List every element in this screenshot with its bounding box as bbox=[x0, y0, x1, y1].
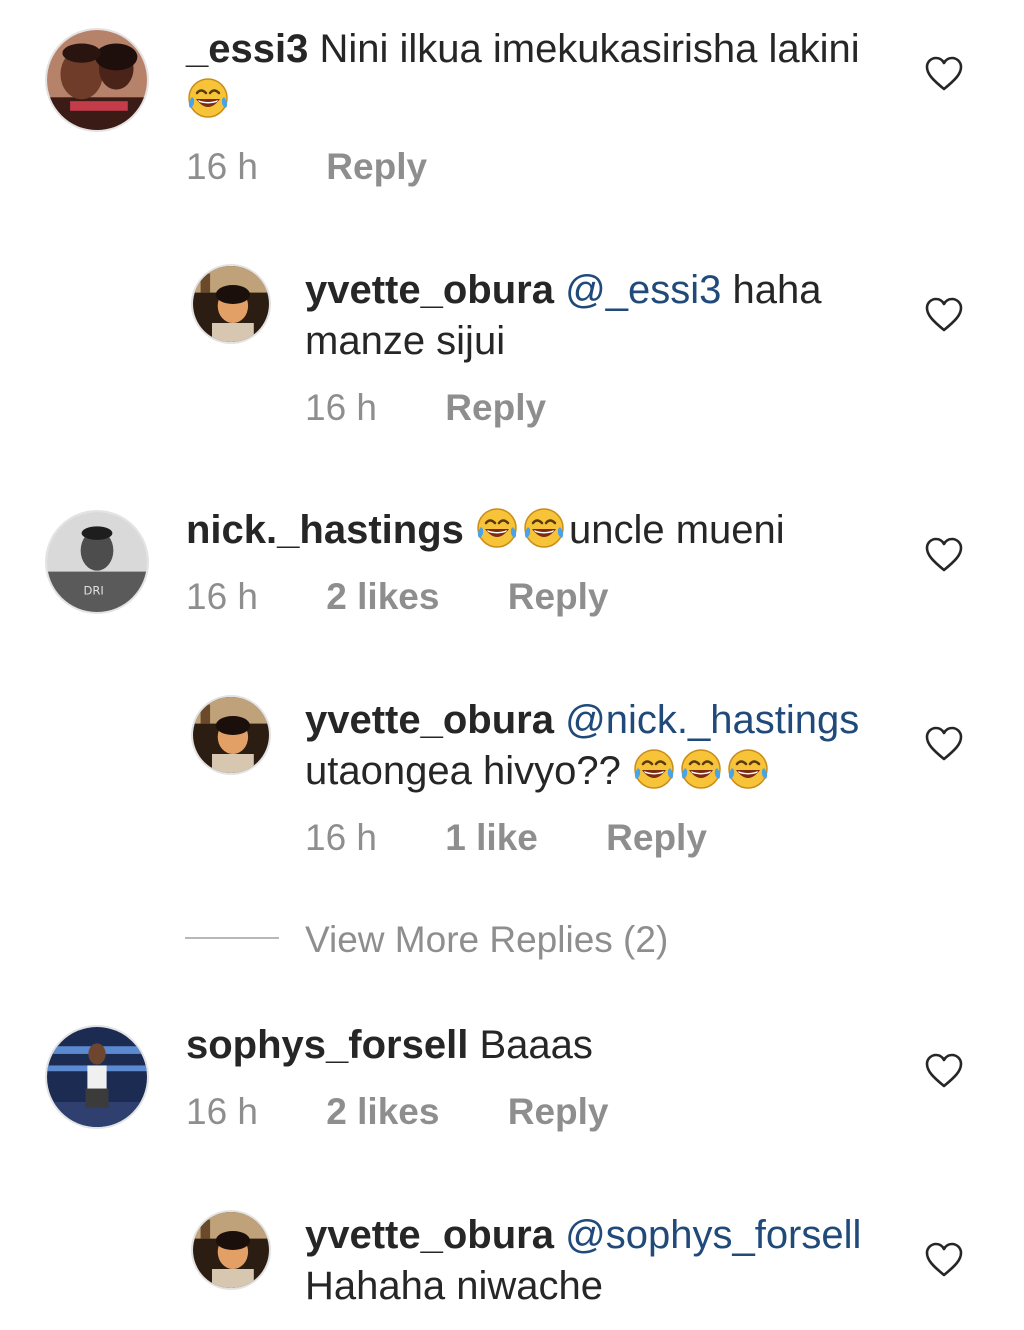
reply-button[interactable]: Reply bbox=[508, 1092, 609, 1132]
avatar[interactable] bbox=[45, 1025, 149, 1129]
heart-outline-icon[interactable] bbox=[925, 1053, 963, 1089]
reply-button[interactable]: Reply bbox=[445, 388, 546, 428]
comment-text: yvette_obura @nick._hastings utaongea hi… bbox=[305, 695, 925, 797]
comment-body: Hahaha niwache bbox=[305, 1264, 603, 1308]
timestamp: 16 h bbox=[186, 1091, 259, 1132]
timestamp: 16 h bbox=[305, 817, 378, 858]
username[interactable]: yvette_obura bbox=[305, 698, 554, 742]
face-with-tears-of-joy-icon bbox=[522, 506, 566, 550]
comment-meta: 16 h Reply bbox=[305, 388, 546, 428]
likes-count[interactable]: 2 likes bbox=[326, 1092, 439, 1132]
reply-item: yvette_obura @_essi3 haha manze sijui 16… bbox=[0, 240, 1024, 440]
timestamp: 16 h bbox=[186, 146, 259, 187]
comment-meta: 16 h 2 likes Reply bbox=[186, 1092, 609, 1132]
mention-link[interactable]: @nick._hastings bbox=[565, 698, 859, 742]
reply-button[interactable]: Reply bbox=[606, 818, 707, 858]
avatar[interactable] bbox=[191, 1210, 271, 1290]
timestamp: 16 h bbox=[305, 387, 378, 428]
likes-count[interactable]: 2 likes bbox=[326, 577, 439, 617]
comment-text: sophys_forsell Baaas bbox=[186, 1020, 886, 1071]
comment-body: utaongea hivyo?? bbox=[305, 749, 621, 793]
comment-body: Nini ilkua imekukasirisha lakini bbox=[308, 27, 860, 71]
username[interactable]: yvette_obura bbox=[305, 268, 554, 312]
comment-item: sophys_forsell Baaas 16 h 2 likes Reply bbox=[0, 1010, 1024, 1170]
avatar[interactable] bbox=[191, 695, 271, 775]
username[interactable]: _essi3 bbox=[186, 27, 308, 71]
reply-item: yvette_obura @sophys_forsell Hahaha niwa… bbox=[0, 1190, 1024, 1330]
heart-outline-icon[interactable] bbox=[925, 56, 963, 92]
username[interactable]: nick._hastings bbox=[186, 508, 464, 552]
comment-item: _essi3 Nini ilkua imekukasirisha lakini … bbox=[0, 0, 1024, 220]
comment-body: Baaas bbox=[468, 1023, 593, 1067]
reply-button[interactable]: Reply bbox=[326, 147, 427, 187]
avatar[interactable] bbox=[191, 264, 271, 344]
comment-item: DRI nick._hastings uncle mueni 16 h 2 li… bbox=[0, 490, 1024, 650]
face-with-tears-of-joy-icon bbox=[186, 76, 230, 120]
likes-count[interactable]: 1 like bbox=[445, 818, 538, 858]
mention-link[interactable]: @_essi3 bbox=[565, 268, 721, 312]
svg-text:DRI: DRI bbox=[84, 584, 104, 598]
username[interactable]: sophys_forsell bbox=[186, 1023, 468, 1067]
heart-outline-icon[interactable] bbox=[925, 537, 963, 573]
timestamp: 16 h bbox=[186, 576, 259, 617]
comment-meta: 16 h 1 like Reply bbox=[305, 818, 707, 858]
comment-body: uncle mueni bbox=[569, 508, 785, 552]
face-with-tears-of-joy-icon bbox=[475, 506, 519, 550]
face-with-tears-of-joy-icon bbox=[726, 747, 770, 791]
heart-outline-icon[interactable] bbox=[925, 297, 963, 333]
heart-outline-icon[interactable] bbox=[925, 1242, 963, 1278]
face-with-tears-of-joy-icon bbox=[679, 747, 723, 791]
comment-text: yvette_obura @sophys_forsell Hahaha niwa… bbox=[305, 1210, 925, 1312]
face-with-tears-of-joy-icon bbox=[632, 747, 676, 791]
comment-meta: 16 h 2 likes Reply bbox=[186, 577, 609, 617]
comment-meta: 16 h Reply bbox=[186, 147, 427, 187]
mention-link[interactable]: @sophys_forsell bbox=[565, 1213, 861, 1257]
comment-text: _essi3 Nini ilkua imekukasirisha lakini bbox=[186, 24, 886, 126]
view-more-replies-button[interactable]: View More Replies (2) bbox=[185, 918, 885, 962]
view-more-replies-label[interactable]: View More Replies (2) bbox=[305, 918, 668, 962]
username[interactable]: yvette_obura bbox=[305, 1213, 554, 1257]
comment-text: nick._hastings uncle mueni bbox=[186, 505, 906, 556]
heart-outline-icon[interactable] bbox=[925, 726, 963, 762]
avatar[interactable] bbox=[45, 28, 149, 132]
comment-text: yvette_obura @_essi3 haha manze sijui bbox=[305, 265, 905, 367]
reply-button[interactable]: Reply bbox=[508, 577, 609, 617]
divider bbox=[185, 937, 279, 939]
avatar[interactable]: DRI bbox=[45, 510, 149, 614]
reply-item: yvette_obura @nick._hastings utaongea hi… bbox=[0, 670, 1024, 870]
